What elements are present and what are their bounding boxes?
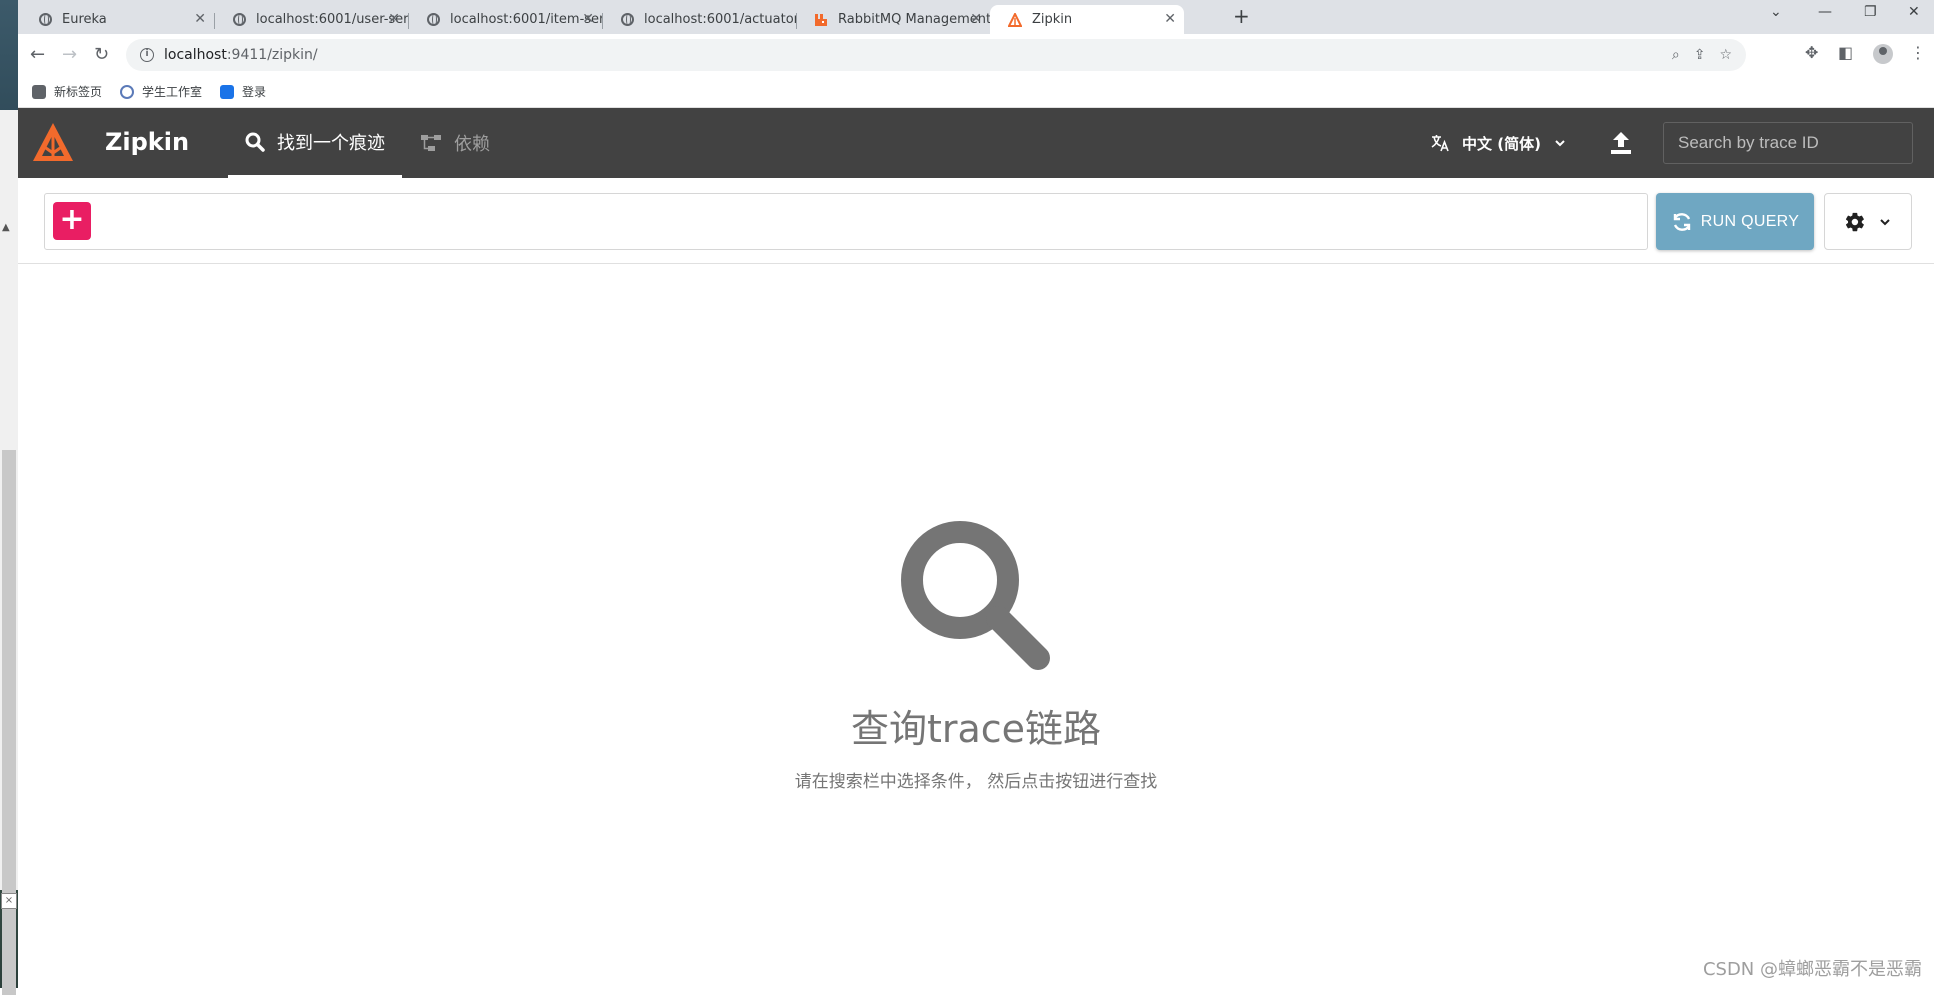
- tab-close-icon[interactable]: ✕: [970, 11, 982, 27]
- query-bar: + RUN QUERY: [18, 178, 1934, 264]
- forward-icon[interactable]: →: [62, 44, 77, 65]
- browser-window: Eureka ✕ localhost:6001/user-service/de …: [18, 0, 1934, 988]
- search-criteria-field[interactable]: +: [44, 193, 1648, 250]
- chevron-down-icon: [1555, 140, 1565, 147]
- search-icon: [901, 521, 1050, 670]
- site-info-icon[interactable]: i: [140, 48, 154, 62]
- url-path: :9411/zipkin/: [226, 47, 318, 63]
- scroll-up-icon[interactable]: ▲: [2, 222, 10, 233]
- minimize-icon[interactable]: —: [1818, 4, 1832, 20]
- zipkin-icon: [1008, 12, 1022, 27]
- bookmark-star-icon[interactable]: ☆: [1719, 47, 1732, 63]
- trace-id-search-input[interactable]: [1663, 122, 1913, 164]
- nav-label: 依赖: [454, 134, 490, 155]
- globe-icon: [620, 13, 634, 27]
- tab-user-service[interactable]: localhost:6001/user-service/de ✕: [214, 5, 409, 34]
- menu-icon[interactable]: ⋮: [1910, 43, 1926, 62]
- globe-icon: [38, 13, 52, 27]
- empty-state-title: 查询trace链路: [850, 707, 1102, 751]
- tab-close-icon[interactable]: ✕: [194, 11, 206, 27]
- tab-label: localhost:6001/item-service/de: [450, 12, 602, 27]
- upload-icon[interactable]: [1609, 130, 1633, 156]
- add-criteria-button[interactable]: +: [53, 202, 91, 240]
- nav-find-trace[interactable]: 找到一个痕迹: [228, 108, 402, 178]
- gear-icon: [1845, 212, 1864, 231]
- language-selector[interactable]: 中文 (简体): [1430, 108, 1567, 178]
- chevron-down-icon: [1880, 218, 1890, 225]
- tab-label: localhost:6001/user-service/de: [256, 12, 408, 27]
- tab-zipkin[interactable]: Zipkin ✕: [990, 5, 1184, 34]
- bookmarks-bar: 新标签页 学生工作室 登录: [18, 76, 1934, 108]
- bookmark-label: 新标签页: [54, 85, 103, 99]
- login-icon: [220, 84, 235, 99]
- globe-icon: [426, 13, 440, 27]
- tab-label: localhost:6001/actuator/: [644, 12, 796, 27]
- tab-label: Zipkin: [1032, 12, 1073, 27]
- language-label: 中文 (简体): [1462, 134, 1541, 153]
- tab-actuator[interactable]: localhost:6001/actuator/: [602, 5, 797, 34]
- profile-avatar[interactable]: [1873, 44, 1893, 64]
- desktop-scrollbar[interactable]: ▲: [0, 110, 18, 995]
- tab-close-icon[interactable]: ✕: [582, 11, 594, 27]
- window-close-icon[interactable]: ✕: [1908, 4, 1920, 20]
- back-icon[interactable]: ←: [30, 44, 45, 65]
- refresh-icon: [1673, 212, 1690, 231]
- studio-icon: [120, 84, 135, 99]
- new-tab-icon[interactable]: +: [1233, 4, 1250, 28]
- tab-close-icon[interactable]: ✕: [388, 11, 400, 27]
- bookmark-label: 登录: [242, 85, 267, 99]
- tab-label: RabbitMQ Management: [838, 12, 990, 27]
- nav-label: 找到一个痕迹: [277, 132, 385, 154]
- tab-eureka[interactable]: Eureka ✕: [20, 5, 215, 34]
- bookmark-login[interactable]: 登录: [220, 83, 266, 100]
- bookmark-new-tab[interactable]: 新标签页: [32, 83, 102, 100]
- search-icon: [245, 132, 265, 152]
- reload-icon[interactable]: ↻: [94, 44, 109, 65]
- close-icon[interactable]: ×: [1, 893, 17, 909]
- run-query-button[interactable]: RUN QUERY: [1656, 193, 1814, 250]
- dependencies-icon: [421, 135, 441, 151]
- nav-dependencies[interactable]: 依赖: [420, 108, 490, 178]
- zipkin-header: Zipkin 找到一个痕迹 依赖 中文 (简体): [18, 108, 1934, 178]
- watermark: CSDN @蟑螂恶霸不是恶霸: [1702, 959, 1922, 980]
- globe-icon: [232, 13, 246, 27]
- zoom-icon[interactable]: ⌕: [1672, 47, 1680, 63]
- rabbitmq-icon: [814, 13, 828, 27]
- zipkin-logo-icon[interactable]: [30, 120, 76, 166]
- tab-close-icon[interactable]: ✕: [1164, 11, 1176, 27]
- url-host: localhost: [164, 47, 227, 63]
- share-icon[interactable]: ⇪: [1694, 47, 1706, 63]
- page-icon: [32, 84, 46, 99]
- translate-icon: [1431, 135, 1449, 152]
- tab-item-service[interactable]: localhost:6001/item-service/de ✕: [408, 5, 603, 34]
- scroll-thumb[interactable]: [2, 450, 16, 995]
- restore-icon[interactable]: ❐: [1864, 4, 1877, 20]
- bookmark-label: 学生工作室: [142, 85, 203, 99]
- extensions-icon[interactable]: ✥: [1805, 43, 1818, 62]
- settings-button[interactable]: [1824, 193, 1912, 250]
- tab-label: Eureka: [62, 12, 107, 27]
- tab-search-icon[interactable]: ⌄: [1770, 4, 1782, 20]
- tab-rabbitmq[interactable]: RabbitMQ Management ✕: [796, 5, 990, 34]
- zipkin-brand[interactable]: Zipkin: [105, 128, 189, 156]
- empty-state-description: 请在搜索栏中选择条件， 然后点击按钮进行查找: [794, 772, 1158, 792]
- run-query-label: RUN QUERY: [1700, 212, 1800, 230]
- bookmark-studio[interactable]: 学生工作室: [120, 83, 202, 100]
- address-bar[interactable]: i localhost:9411/zipkin/ ⌕ ⇪ ☆: [126, 39, 1746, 71]
- browser-toolbar: ← → ↻ i localhost:9411/zipkin/ ⌕ ⇪ ☆ ✥ ◧…: [18, 34, 1934, 76]
- tab-strip: Eureka ✕ localhost:6001/user-service/de …: [18, 0, 1934, 34]
- side-panel-icon[interactable]: ◧: [1838, 43, 1853, 62]
